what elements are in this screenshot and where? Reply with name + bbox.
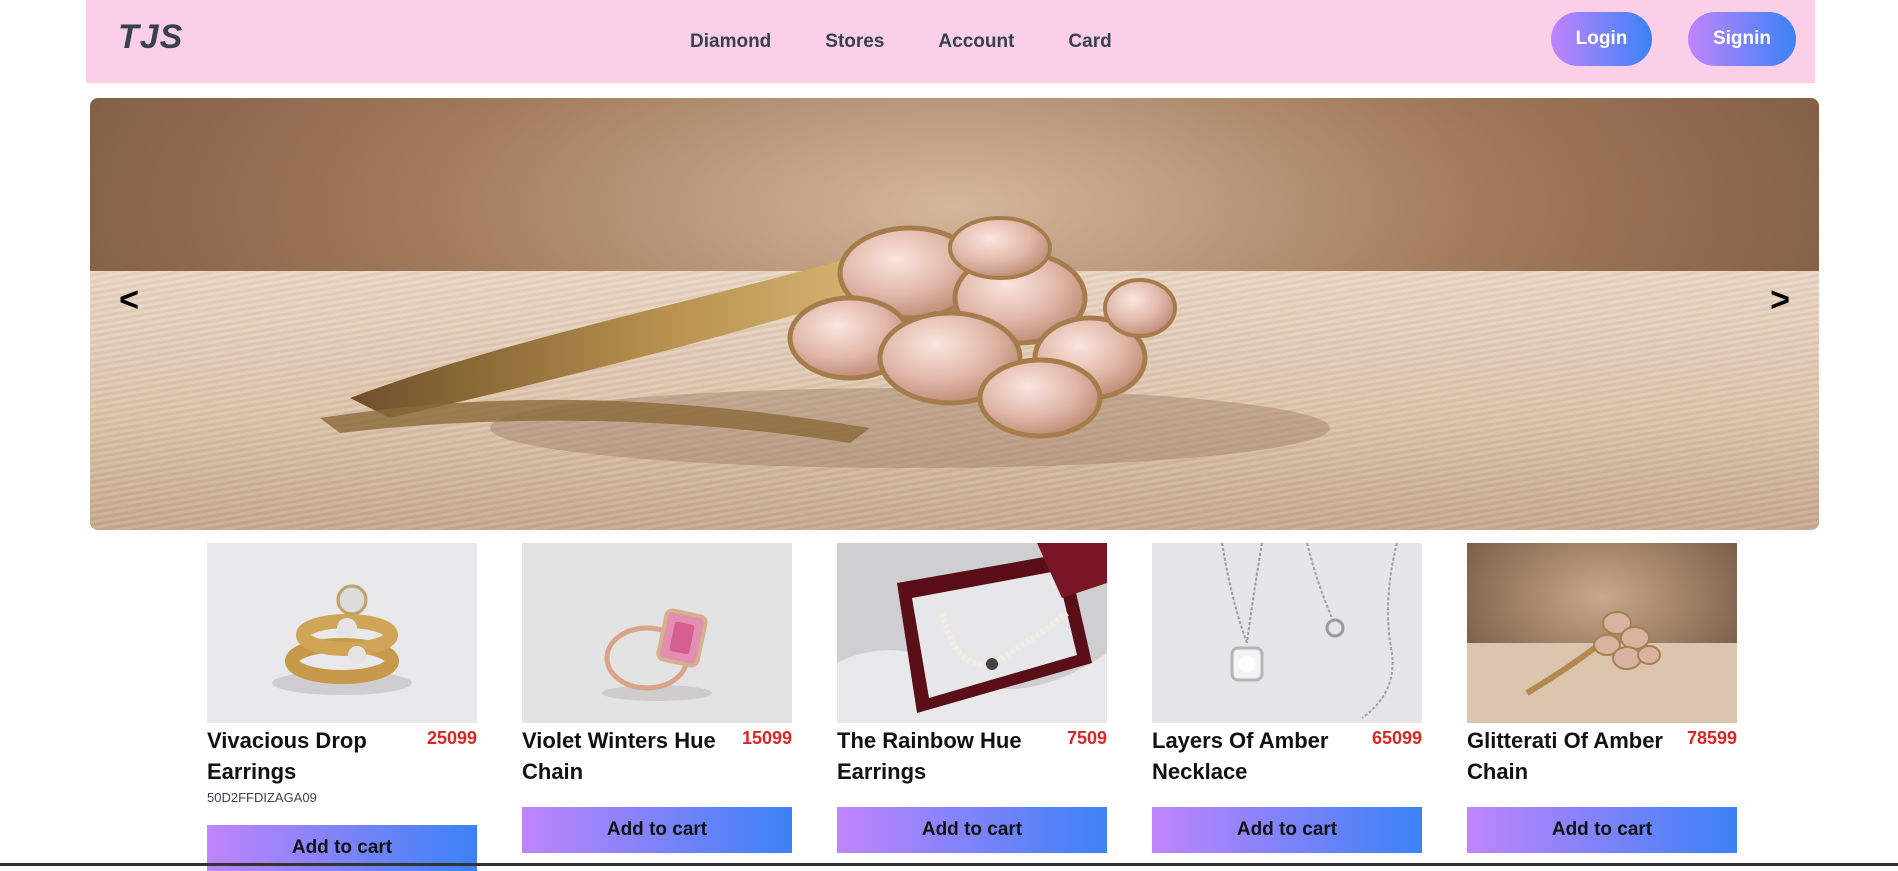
product-card: Layers Of Amber Necklace 65099 Add to ca…: [1152, 543, 1422, 853]
carousel-prev-button[interactable]: <: [112, 278, 146, 322]
product-sku: 50D2FFDIZAGA09: [207, 790, 317, 805]
product-name[interactable]: Glitterati Of Amber Chain: [1467, 725, 1672, 787]
product-price: 65099: [1371, 728, 1422, 748]
product-price: 78599: [1686, 728, 1737, 748]
product-image[interactable]: [522, 543, 792, 723]
add-to-cart-button[interactable]: Add to cart: [1152, 807, 1422, 853]
product-price: 25099: [426, 728, 477, 748]
product-card: Violet Winters Hue Chain 15099 Add to ca…: [522, 543, 792, 853]
product-card: Vivacious Drop Earrings 25099 50D2FFDIZA…: [207, 543, 477, 871]
product-name[interactable]: Violet Winters Hue Chain: [522, 725, 727, 787]
product-card: The Rainbow Hue Earrings 7509 Add to car…: [837, 543, 1107, 853]
product-card: Glitterati Of Amber Chain 78599 Add to c…: [1467, 543, 1737, 853]
product-name[interactable]: Layers Of Amber Necklace: [1152, 725, 1357, 787]
product-price: 15099: [741, 728, 792, 748]
nav-link-account[interactable]: Account: [938, 31, 1014, 53]
hero-carousel: < >: [90, 98, 1819, 530]
product-name[interactable]: Vivacious Drop Earrings: [207, 725, 412, 787]
login-button[interactable]: Login: [1551, 12, 1652, 66]
nav-link-stores[interactable]: Stores: [825, 31, 884, 53]
carousel-next-button[interactable]: >: [1763, 278, 1797, 322]
product-name[interactable]: The Rainbow Hue Earrings: [837, 725, 1042, 787]
product-image[interactable]: [837, 543, 1107, 723]
product-image[interactable]: [1152, 543, 1422, 723]
add-to-cart-button[interactable]: Add to cart: [837, 807, 1107, 853]
add-to-cart-button[interactable]: Add to cart: [1467, 807, 1737, 853]
nav-link-card[interactable]: Card: [1068, 31, 1111, 53]
add-to-cart-button[interactable]: Add to cart: [522, 807, 792, 853]
navbar: TJS Diamond Stores Account Card Login Si…: [86, 0, 1815, 83]
nav-links: Diamond Stores Account Card: [690, 0, 1112, 83]
product-image[interactable]: [1467, 543, 1737, 723]
product-image[interactable]: [207, 543, 477, 723]
hero-ring-image: [320, 216, 1330, 468]
signin-button[interactable]: Signin: [1688, 12, 1796, 66]
brand-logo[interactable]: TJS: [118, 18, 183, 57]
product-price: 7509: [1066, 728, 1107, 748]
nav-link-diamond[interactable]: Diamond: [690, 31, 771, 53]
